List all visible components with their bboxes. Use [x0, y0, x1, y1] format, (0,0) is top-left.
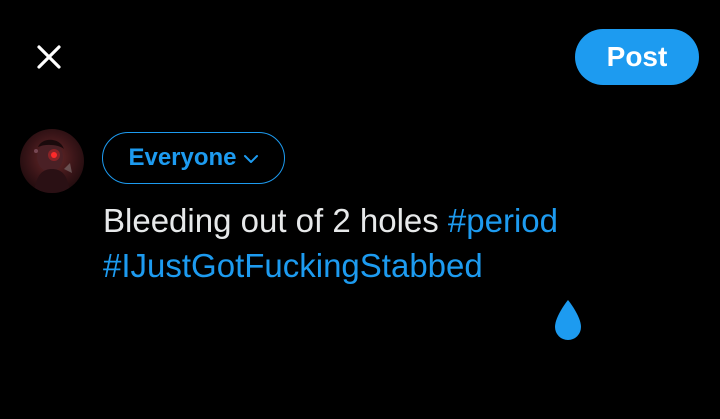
hashtag-period: #period [447, 202, 559, 239]
text-line-1: Bleeding out of 2 holes #period [103, 198, 693, 243]
audience-label: Everyone [128, 144, 237, 171]
post-button[interactable]: Post [575, 29, 699, 85]
hashtag-stabbed: #IJustGotFuckingStabbed [103, 247, 483, 284]
tweet-text-input[interactable]: Bleeding out of 2 holes #period #IJustGo… [103, 198, 693, 288]
chevron-down-icon [243, 154, 259, 164]
close-icon [37, 45, 61, 69]
tweet-plain-text: Bleeding out of 2 holes [103, 202, 448, 239]
text-selection-handle-icon[interactable] [552, 298, 584, 342]
avatar[interactable] [20, 129, 84, 193]
close-button[interactable] [30, 38, 68, 76]
audience-selector[interactable]: Everyone [102, 132, 285, 184]
text-line-2: #IJustGotFuckingStabbed [103, 243, 693, 288]
